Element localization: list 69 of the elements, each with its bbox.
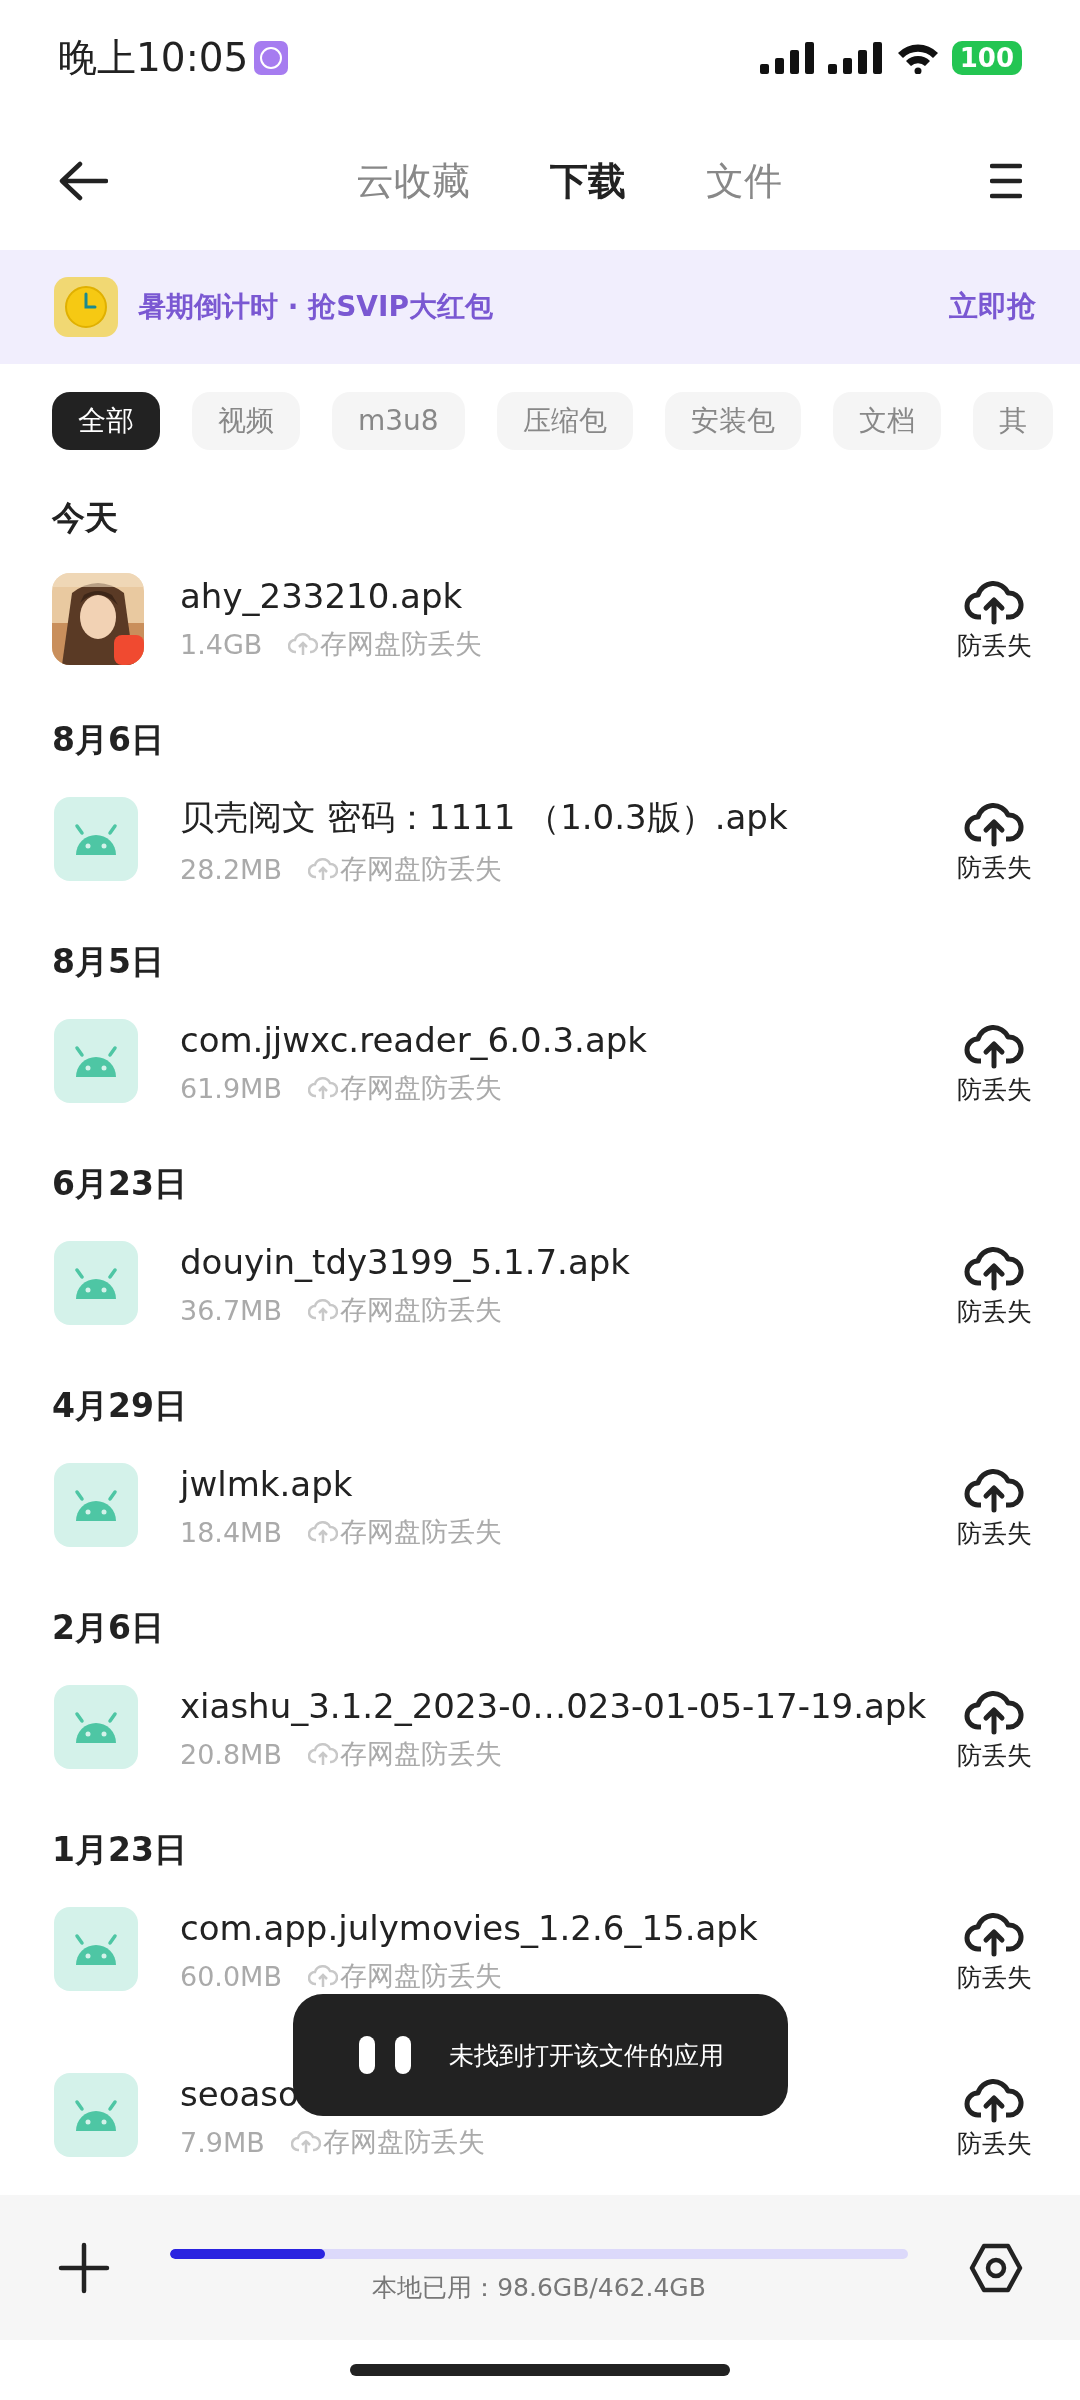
menu-icon[interactable] xyxy=(990,163,1022,199)
cloud-upload-icon xyxy=(307,1076,338,1100)
filter-chip[interactable]: 全部 xyxy=(52,392,160,450)
backup-button[interactable]: 防丢失 xyxy=(924,1464,1064,1550)
tab[interactable]: 下载 xyxy=(550,155,626,207)
cloud-upload-icon xyxy=(307,1520,338,1544)
cloud-upload-icon xyxy=(307,1298,338,1322)
cloud-upload-icon xyxy=(307,1964,338,1988)
promo-text: 暑期倒计时 · 抢SVIP大红包 xyxy=(138,289,494,325)
signal-icon xyxy=(827,42,884,74)
filter-chip[interactable]: 安装包 xyxy=(664,392,801,450)
date-heading: 1月23日 xyxy=(52,1829,188,1871)
save-to-cloud-link[interactable]: 存网盘防丢失 xyxy=(288,626,483,662)
save-to-cloud-link[interactable]: 存网盘防丢失 xyxy=(307,1958,502,1994)
file-name[interactable]: ahy_233210.apk xyxy=(180,576,924,616)
file-size: 60.0MB xyxy=(180,1960,282,1992)
file-size: 61.9MB xyxy=(180,1072,282,1104)
file-name[interactable]: com.app.julymovies_1.2.6_15.apk xyxy=(180,1908,924,1948)
save-to-cloud-link[interactable]: 存网盘防丢失 xyxy=(307,1070,502,1106)
save-to-cloud-link[interactable]: 存网盘防丢失 xyxy=(307,1514,502,1550)
save-to-cloud-link[interactable]: 存网盘防丢失 xyxy=(307,1292,502,1328)
claim-link[interactable]: 立即抢 xyxy=(949,287,1036,327)
pause-icon xyxy=(357,2035,413,2075)
file-size: 36.7MB xyxy=(180,1294,282,1326)
backup-button[interactable]: 防丢失 xyxy=(924,576,1064,662)
backup-button[interactable]: 防丢失 xyxy=(924,1020,1064,1106)
file-size: 7.9MB xyxy=(180,2126,265,2158)
save-to-cloud-link[interactable]: 存网盘防丢失 xyxy=(307,1736,502,1772)
backup-button[interactable]: 防丢失 xyxy=(924,2074,1064,2160)
battery-level: 100 xyxy=(951,41,1022,75)
file-size: 1.4GB xyxy=(180,628,263,660)
file-name[interactable]: douyin_tdy3199_5.1.7.apk xyxy=(180,1242,924,1282)
filter-chip[interactable]: 视频 xyxy=(192,392,300,450)
date-heading: 8月6日 xyxy=(52,719,165,761)
backup-button[interactable]: 防丢失 xyxy=(924,1908,1064,1994)
signal-icon xyxy=(759,42,816,74)
date-heading: 8月5日 xyxy=(52,941,165,983)
tab[interactable]: 文件 xyxy=(706,155,782,207)
cloud-upload-icon xyxy=(307,857,338,881)
clock-icon xyxy=(52,276,120,338)
filter-chip[interactable]: 其 xyxy=(972,392,1053,450)
file-size: 28.2MB xyxy=(180,853,282,885)
filter-chip[interactable]: 压缩包 xyxy=(496,392,633,450)
file-name[interactable]: jwlmk.apk xyxy=(180,1464,924,1504)
promo-banner[interactable]: 暑期倒计时 · 抢SVIP大红包 立即抢 xyxy=(0,250,1080,364)
file-size: 20.8MB xyxy=(180,1738,282,1770)
file-name[interactable]: xiashu_3.1.2_2023-0…023-01-05-17-19.apk xyxy=(180,1686,924,1726)
storage-text: 本地已用：98.6GB/462.4GB xyxy=(372,2272,706,2304)
cloud-upload-icon xyxy=(290,2130,321,2154)
backup-button[interactable]: 防丢失 xyxy=(924,798,1064,884)
cloud-upload-icon xyxy=(307,1742,338,1766)
back-icon[interactable] xyxy=(58,161,108,201)
add-icon[interactable] xyxy=(58,2241,110,2294)
date-heading: 今天 xyxy=(52,497,119,539)
save-to-cloud-link[interactable]: 存网盘防丢失 xyxy=(307,851,502,887)
tab[interactable]: 云收藏 xyxy=(356,155,470,207)
status-time: 晚上10:05 xyxy=(58,34,249,82)
date-heading: 4月29日 xyxy=(52,1385,188,1427)
file-size: 18.4MB xyxy=(180,1516,282,1548)
filter-chip[interactable]: m3u8 xyxy=(332,392,465,450)
file-name[interactable]: com.jjwxc.reader_6.0.3.apk xyxy=(180,1020,924,1060)
date-heading: 6月23日 xyxy=(52,1163,188,1205)
save-to-cloud-link[interactable]: 存网盘防丢失 xyxy=(290,2124,485,2160)
file-name[interactable]: 贝壳阅文 密码：1111 （1.0.3版）.apk xyxy=(180,795,924,841)
backup-button[interactable]: 防丢失 xyxy=(924,1242,1064,1328)
date-heading: 2月6日 xyxy=(52,1607,165,1649)
app-notification-icon xyxy=(254,41,289,75)
cloud-upload-icon xyxy=(288,632,319,656)
filter-chip[interactable]: 文档 xyxy=(832,392,941,450)
